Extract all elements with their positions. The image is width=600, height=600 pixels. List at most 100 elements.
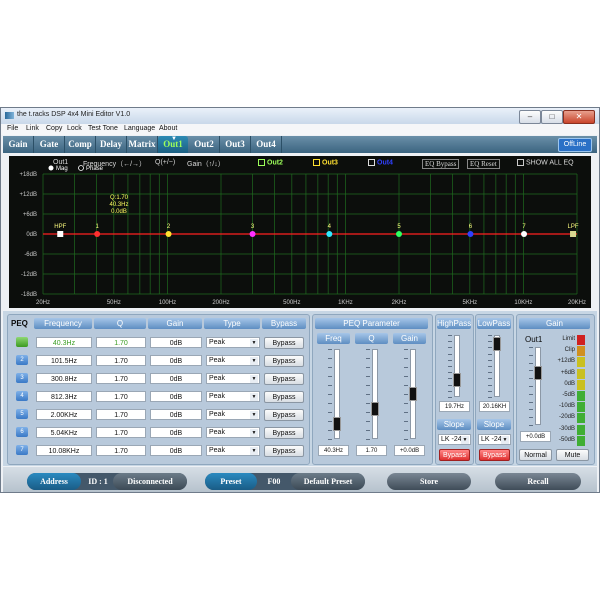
mag-radio[interactable] [48,165,54,171]
peq-frequency-field[interactable]: 5.04KHz [36,427,92,438]
peq-gain-field[interactable]: 0dB [150,427,202,438]
peq-type-select[interactable]: Peak ▼ [206,409,260,420]
peq-frequency-field[interactable]: 2.00KHz [36,409,92,420]
tab-out2[interactable]: Out2 [189,136,220,153]
peq-q-field[interactable]: 1.70 [96,355,146,366]
peq-gain-field[interactable]: 0dB [150,355,202,366]
peq-gain-field[interactable]: 0dB [150,391,202,402]
eq-band-node[interactable] [165,231,172,237]
peq-q-field[interactable]: 1.70 [96,445,146,456]
tab-out4[interactable]: Out4 [251,136,282,153]
peq-band-select[interactable]: 7 [16,445,28,455]
highpass-value[interactable]: 19.7Hz [439,401,470,412]
peq-type-select[interactable]: Peak ▼ [206,391,260,402]
normal-button[interactable]: Normal [519,449,552,461]
peq-type-select[interactable]: Peak ▼ [206,427,260,438]
peq-q-field[interactable]: 1.70 [96,427,146,438]
freq-value[interactable]: 40.3Hz [318,445,349,456]
peq-band-select[interactable] [16,337,28,347]
highpass-slope-select[interactable]: LK -24 ▼ [438,434,471,445]
menu-file[interactable]: File [7,125,18,132]
peq-q-field[interactable]: 1.70 [96,391,146,402]
eq-band-node[interactable] [249,231,256,237]
lowpass-value[interactable]: 20.16KH [479,401,510,412]
peq-bypass-button[interactable]: Bypass [264,445,304,457]
close-button[interactable]: ✕ [563,110,595,124]
offline-button[interactable]: OffLine [558,138,592,152]
gain-value[interactable]: +0.0dB [394,445,425,456]
tab-gain[interactable]: Gain [3,136,34,153]
mute-button[interactable]: Mute [556,449,589,461]
tab-gate[interactable]: Gate [34,136,65,153]
highpass-bypass-button[interactable]: Bypass [439,449,470,461]
q-value[interactable]: 1.70 [356,445,387,456]
eq-band-node[interactable] [326,231,333,237]
slider-knob[interactable] [333,417,341,432]
peq-q-field[interactable]: 1.70 [96,373,146,384]
store-button[interactable]: Store [387,473,471,490]
menu-copy[interactable]: Copy [46,125,62,132]
slider-knob[interactable] [534,366,542,381]
eq-band-node[interactable] [467,231,474,237]
slider-knob[interactable] [371,402,379,417]
slider-track[interactable] [454,335,460,397]
eq-band-node[interactable] [396,231,402,237]
tab-matrix[interactable]: Matrix [127,136,158,153]
tab-out3[interactable]: Out3 [220,136,251,153]
peq-q-field[interactable]: 1.70 [96,409,146,420]
peq-bypass-button[interactable]: Bypass [264,409,304,421]
peq-frequency-field[interactable]: 812.3Hz [36,391,92,402]
recall-button[interactable]: Recall [495,473,581,490]
peq-band-select[interactable]: 6 [16,427,28,437]
slider-knob[interactable] [409,387,417,401]
peq-frequency-field[interactable]: 300.8Hz [36,373,92,384]
eq-band-node[interactable] [94,231,101,237]
menu-language[interactable]: Language [124,125,155,132]
x-tick-label: 5KHz [462,300,477,306]
slider-track[interactable] [535,347,541,425]
tab-comp[interactable]: Comp [65,136,96,153]
peq-gain-field[interactable]: 0dB [150,337,202,348]
slider-knob[interactable] [493,337,501,352]
peq-header-gain: Gain [148,318,202,329]
eq-graph[interactable]: Out1 Frequency（←/→） Q(+/−) Gain（↑/↓） Out… [9,156,591,308]
peq-type-select[interactable]: Peak ▼ [206,355,260,366]
peq-gain-field[interactable]: 0dB [150,445,202,456]
output-gain-value[interactable]: +0.0dB [520,431,551,442]
peq-frequency-field[interactable]: 40.3Hz [36,337,92,348]
menu-test-tone[interactable]: Test Tone [88,125,118,132]
filter-node[interactable] [57,231,64,237]
peq-band-select[interactable]: 5 [16,409,28,419]
slider-tick [328,394,332,395]
slider-track[interactable] [372,349,378,439]
tab-out1[interactable]: ▼ Out1 [158,136,188,153]
minimize-button[interactable]: – [519,110,541,124]
eq-band-node[interactable] [521,231,528,237]
peq-gain-field[interactable]: 0dB [150,409,202,420]
menu-lock[interactable]: Lock [67,125,82,132]
tab-delay[interactable]: Delay [96,136,127,153]
maximize-button[interactable]: □ [541,110,563,124]
peq-type-select[interactable]: Peak ▼ [206,373,260,384]
peq-bypass-button[interactable]: Bypass [264,373,304,385]
peq-type-select[interactable]: Peak ▼ [206,337,260,348]
peq-band-select[interactable]: 4 [16,391,28,401]
peq-bypass-button[interactable]: Bypass [264,355,304,367]
filter-node[interactable] [570,231,577,237]
slider-knob[interactable] [453,373,461,388]
peq-q-field[interactable]: 1.70 [96,337,146,348]
lowpass-bypass-button[interactable]: Bypass [479,449,510,461]
peq-band-select[interactable]: 3 [16,373,28,383]
peq-bypass-button[interactable]: Bypass [264,391,304,403]
slider-tick [448,335,452,336]
peq-gain-field[interactable]: 0dB [150,373,202,384]
peq-type-select[interactable]: Peak ▼ [206,445,260,456]
peq-frequency-field[interactable]: 10.08KHz [36,445,92,456]
peq-band-select[interactable]: 2 [16,355,28,365]
peq-bypass-button[interactable]: Bypass [264,427,304,439]
peq-frequency-field[interactable]: 101.5Hz [36,355,92,366]
phase-radio[interactable] [78,165,84,171]
peq-bypass-button[interactable]: Bypass [264,337,304,349]
lowpass-slope-select[interactable]: LK -24 ▼ [478,434,511,445]
menu-link[interactable]: Link [26,125,39,132]
